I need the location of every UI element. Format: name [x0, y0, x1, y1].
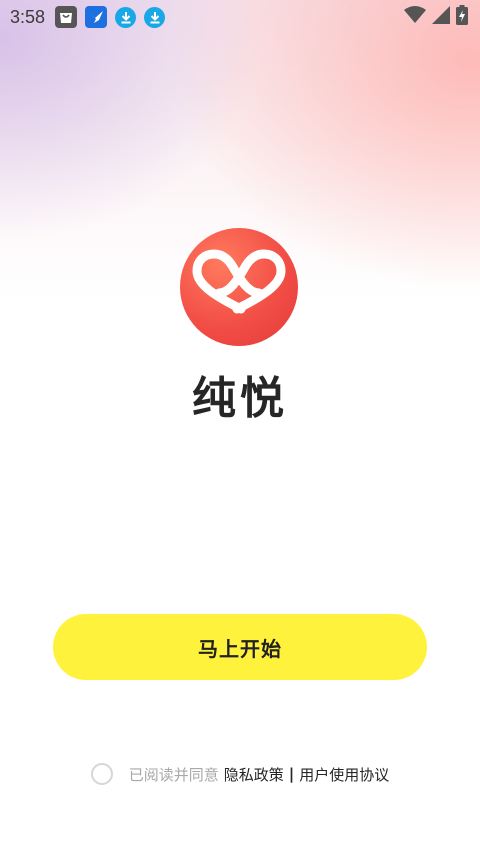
shopping-bag-icon — [55, 6, 78, 28]
background-gradient — [0, 0, 480, 853]
cellular-signal-icon — [432, 6, 450, 28]
privacy-policy-link[interactable]: 隐私政策 — [224, 764, 284, 785]
status-bar-left: 3:58 — [10, 6, 166, 28]
status-bar-right — [404, 5, 468, 29]
download-icon — [144, 6, 166, 28]
status-time: 3:58 — [10, 6, 46, 27]
app-name: 纯悦 — [192, 373, 288, 424]
user-agreement-link[interactable]: 用户使用协议 — [299, 764, 389, 785]
battery-charging-icon — [456, 5, 468, 29]
wifi-icon — [404, 6, 426, 28]
double-heart-logo-icon — [192, 249, 286, 314]
start-button[interactable]: 马上开始 — [53, 614, 427, 680]
agreement-prefix: 已阅读并同意 — [128, 765, 219, 784]
agreement-separator: | — [288, 765, 295, 783]
agreement-row: 已阅读并同意 隐私政策 | 用户使用协议 — [0, 760, 480, 788]
app-logo — [180, 228, 298, 346]
agreement-checkbox[interactable] — [90, 763, 113, 785]
status-bar: 3:58 — [0, 0, 480, 34]
bird-app-icon — [85, 6, 108, 28]
download-icon — [115, 6, 137, 28]
